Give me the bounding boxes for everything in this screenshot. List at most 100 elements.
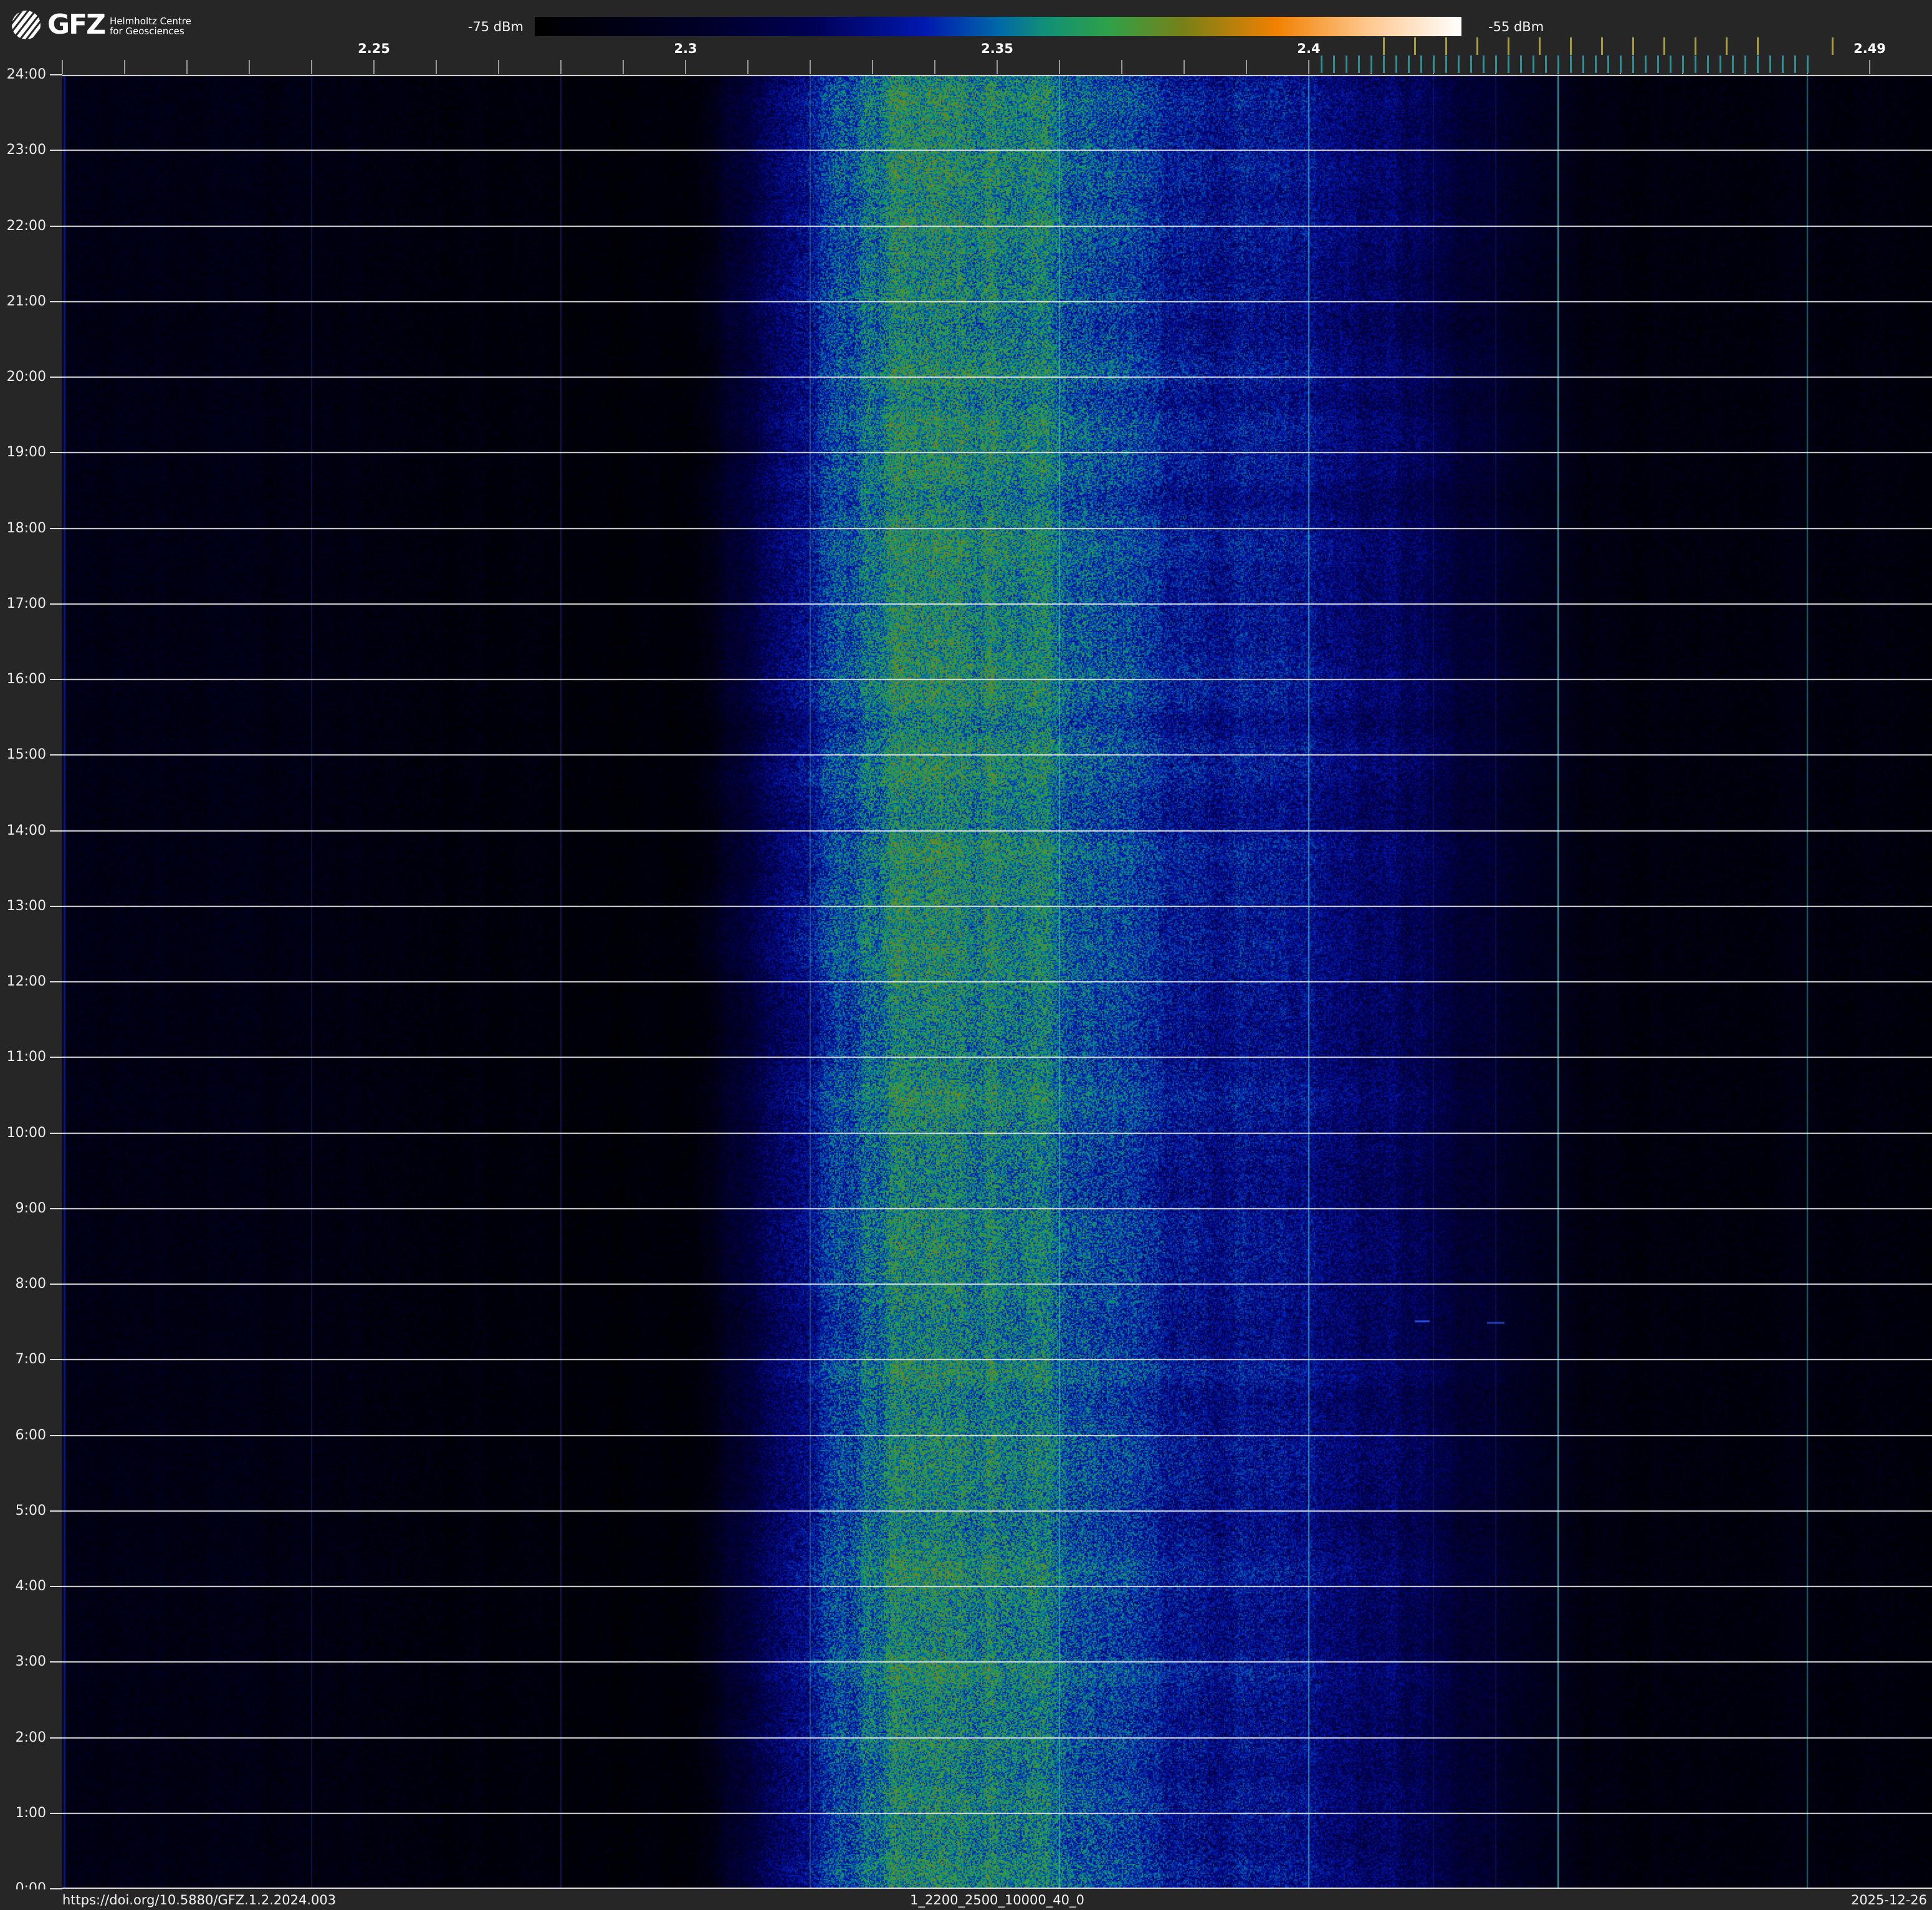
x-tick-minor	[747, 60, 748, 74]
ble-channel-tick	[1495, 55, 1497, 73]
ble-channel-tick	[1744, 55, 1746, 73]
colorbar-max-label: -55 dBm	[1488, 19, 1544, 34]
x-tick-minor	[1121, 60, 1122, 74]
y-tick-label: 10:00	[6, 1125, 46, 1141]
ble-channel-tick	[1533, 55, 1534, 73]
y-tick-dash	[50, 754, 62, 756]
y-tick-dash	[50, 1434, 62, 1436]
y-tick-label: 3:00	[15, 1654, 46, 1670]
y-tick-dash	[50, 1586, 62, 1587]
y-tick-label: 8:00	[15, 1276, 46, 1292]
ble-channel-tick	[1420, 55, 1422, 73]
x-tick-minor	[623, 60, 624, 74]
colorbar	[535, 17, 1461, 36]
gfz-logo-line1: Helmholtz Centre	[110, 16, 191, 27]
x-tick-minor	[436, 60, 437, 74]
y-tick-label: 5:00	[15, 1502, 46, 1519]
ble-channel-tick	[1570, 55, 1572, 73]
x-tick-minor	[1869, 60, 1870, 74]
x-tick-minor	[1246, 60, 1247, 74]
wifi-channel-tick	[1757, 37, 1759, 55]
x-tick-minor	[560, 60, 562, 74]
ble-channel-tick	[1682, 55, 1684, 73]
ble-channel-tick	[1670, 55, 1671, 73]
y-tick-label: 18:00	[6, 520, 46, 536]
date-label: 2025-12-26	[1850, 1893, 1927, 1908]
y-tick-label: 7:00	[15, 1351, 46, 1368]
y-tick-label: 19:00	[6, 444, 46, 461]
ble-channel-tick	[1607, 55, 1609, 73]
y-tick-dash	[50, 603, 62, 605]
y-tick-label: 24:00	[6, 67, 46, 82]
ble-channel-tick	[1557, 55, 1559, 73]
wifi-channel-tick	[1832, 37, 1834, 55]
wifi-channel-tick	[1445, 37, 1447, 55]
x-tick-label: 2.49	[1853, 41, 1886, 56]
x-tick-label: 2.25	[358, 41, 390, 56]
doi-link[interactable]: https://doi.org/10.5880/GFZ.1.2.2024.003	[62, 1893, 336, 1908]
y-tick-dash	[50, 1812, 62, 1814]
ble-channel-tick	[1620, 55, 1622, 73]
x-tick-minor	[124, 60, 125, 74]
ble-channel-tick	[1346, 55, 1347, 73]
ble-channel-tick	[1732, 55, 1734, 73]
ble-channel-tick	[1657, 55, 1659, 73]
ble-channel-tick	[1445, 55, 1447, 73]
wifi-channel-tick	[1570, 37, 1572, 55]
x-tick-label: 2.3	[674, 41, 697, 56]
y-tick-dash	[50, 905, 62, 907]
x-tick-minor	[1184, 60, 1185, 74]
ble-channel-tick	[1520, 55, 1522, 73]
ble-channel-tick	[1395, 55, 1397, 73]
ble-channel-tick	[1707, 55, 1709, 73]
ble-channel-tick	[1321, 55, 1322, 73]
ble-channel-tick	[1333, 55, 1335, 73]
x-tick-minor	[685, 60, 686, 74]
y-tick-label: 17:00	[6, 595, 46, 612]
y-tick-dash	[50, 1284, 62, 1285]
ble-channel-tick	[1769, 55, 1771, 73]
y-tick-dash	[50, 830, 62, 832]
y-tick-dash	[50, 1359, 62, 1361]
ble-channel-tick	[1794, 55, 1796, 73]
ble-channel-tick	[1582, 55, 1584, 73]
wifi-channel-tick	[1414, 37, 1416, 55]
y-tick-dash	[50, 300, 62, 302]
ble-channel-tick	[1757, 55, 1759, 73]
wifi-channel-tick	[1726, 37, 1728, 55]
x-tick-minor	[498, 60, 499, 74]
x-tick-minor	[997, 60, 998, 74]
wifi-channel-tick	[1632, 37, 1634, 55]
ble-channel-tick	[1807, 55, 1809, 73]
ble-channel-tick	[1545, 55, 1547, 73]
wifi-channel-tick	[1695, 37, 1696, 55]
y-tick-dash	[50, 1737, 62, 1739]
ble-channel-tick	[1508, 55, 1509, 73]
y-tick-label: 15:00	[6, 747, 46, 763]
y-tick-dash	[50, 1057, 62, 1058]
colorbar-min-label: -75 dBm	[467, 19, 524, 34]
x-tick-minor	[373, 60, 375, 74]
y-tick-label: 14:00	[6, 822, 46, 838]
ble-channel-tick	[1483, 55, 1485, 73]
gfz-logo-icon	[11, 10, 41, 40]
x-tick-minor	[934, 60, 935, 74]
gfz-logo-line2: for Geosciences	[110, 26, 184, 37]
y-tick-label: 23:00	[6, 142, 46, 158]
y-tick-dash	[50, 74, 62, 75]
y-tick-label: 4:00	[15, 1578, 46, 1594]
y-tick-dash	[50, 679, 62, 680]
y-tick-label: 22:00	[6, 218, 46, 234]
x-tick-minor	[810, 60, 811, 74]
ble-channel-tick	[1645, 55, 1647, 73]
y-tick-dash	[50, 981, 62, 982]
x-tick-minor	[1308, 60, 1309, 74]
wifi-channel-tick	[1508, 37, 1509, 55]
y-tick-dash	[50, 1132, 62, 1134]
footer: 1_2200_2500_10000_40_0 https://doi.org/1…	[0, 1889, 1932, 1910]
y-tick-dash	[50, 377, 62, 378]
y-tick-dash	[50, 452, 62, 454]
ble-channel-tick	[1383, 55, 1385, 73]
x-tick-minor	[311, 60, 312, 74]
y-tick-dash	[50, 1510, 62, 1512]
